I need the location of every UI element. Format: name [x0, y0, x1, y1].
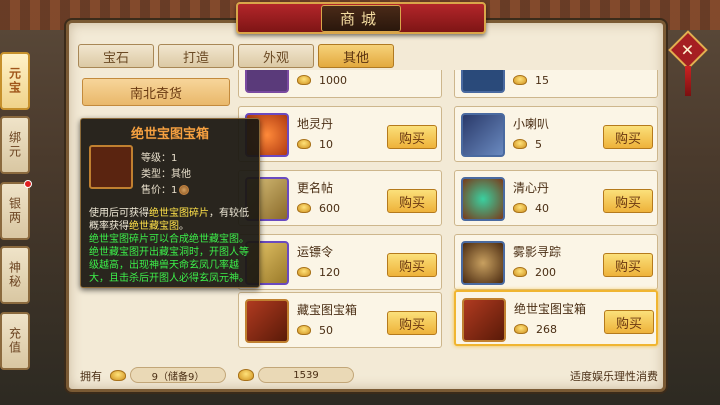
gold-amount: 9（储备9） [130, 367, 226, 383]
tab-gems[interactable]: 宝石 [78, 44, 154, 68]
buy-button[interactable]: 购买 [603, 125, 653, 149]
sidebar-item-mystery[interactable]: 神秘 [0, 246, 30, 304]
tooltip-title: 绝世宝图宝箱 [130, 127, 209, 142]
tassel-decoration [685, 66, 691, 96]
item-price: 50 [319, 324, 333, 337]
buy-button[interactable]: 购买 [387, 125, 437, 149]
horn-icon [461, 113, 505, 157]
buy-button[interactable]: 购买 [387, 311, 437, 335]
desc-highlight: 绝世藏宝图 [129, 221, 179, 232]
buy-button[interactable]: 购买 [603, 189, 653, 213]
gold-icon [513, 267, 527, 277]
item-icon [461, 70, 505, 93]
item-price: 1000 [319, 74, 347, 87]
desc-text: 。 [179, 221, 189, 232]
pill-icon [461, 177, 505, 221]
item-card[interactable]: 藏宝图宝箱 50 购买 [238, 292, 442, 348]
item-card[interactable]: 清心丹 40 购买 [454, 170, 658, 226]
item-name: 藏宝图宝箱 [297, 303, 358, 317]
item-price: 600 [319, 202, 340, 215]
buy-button[interactable]: 购买 [604, 310, 654, 334]
bound-gold-amount: 1539 [258, 367, 354, 383]
items-grid: 1000 15 地灵丹 10 购买 小喇叭 5 购买 更名帖 600 购买 清心… [238, 70, 660, 350]
page-title: 商城 [320, 4, 401, 32]
treasure-chest-icon [245, 299, 289, 343]
item-card[interactable]: 地灵丹 10 购买 [238, 106, 442, 162]
currency-bar: 拥有 9（储备9） 1539 适度娱乐理性消费 [66, 364, 666, 388]
sidebar-item-bound-yuanbao[interactable]: 绑元 [0, 116, 30, 174]
sidebar-item-label: 绑元 [7, 131, 22, 159]
treasure-chest-icon [462, 298, 506, 342]
tooltip-type: 类型：其他 [141, 169, 191, 180]
sidebar-item-label: 元宝 [7, 67, 22, 95]
item-price: 268 [536, 323, 557, 336]
item-price: 120 [319, 266, 340, 279]
item-card-partial: 15 [454, 70, 658, 98]
gold-icon [513, 75, 527, 85]
tooltip-price: 售价：1 [141, 181, 190, 196]
coin-icon [179, 185, 190, 195]
buy-button[interactable]: 购买 [603, 253, 653, 277]
gold-icon [513, 139, 527, 149]
buy-button[interactable]: 购买 [387, 189, 437, 213]
tab-appearance[interactable]: 外观 [238, 44, 314, 68]
item-name: 雾影寻踪 [513, 245, 562, 259]
item-name: 绝世宝图宝箱 [514, 302, 587, 316]
tooltip-level: 等级：1 [141, 153, 178, 164]
item-name: 清心丹 [513, 181, 550, 195]
item-name: 更名帖 [297, 181, 334, 195]
gold-icon [297, 325, 311, 335]
gold-icon [297, 203, 311, 213]
desc-green: 绝世宝图碎片可以合成绝世藏宝图。绝世藏宝图开出藏宝洞时，开图人等级越高，出现神兽… [89, 234, 249, 284]
sidebar-item-label: 充值 [7, 327, 22, 355]
treasure-chest-icon [89, 145, 133, 189]
item-card[interactable]: 更名帖 600 购买 [238, 170, 442, 226]
gold-icon [297, 267, 311, 277]
gold-icon [110, 370, 126, 381]
item-card[interactable]: 雾影寻踪 200 购买 [454, 234, 658, 290]
title-banner: 商城 [236, 2, 486, 34]
item-price: 10 [319, 138, 333, 151]
item-price: 5 [535, 138, 542, 151]
tab-forge[interactable]: 打造 [158, 44, 234, 68]
item-card[interactable]: 运镖令 120 购买 [238, 234, 442, 290]
gold-icon [514, 324, 528, 334]
item-name: 运镖令 [297, 245, 334, 259]
item-price: 200 [535, 266, 556, 279]
desc-highlight: 绝世宝图碎片 [149, 208, 209, 219]
owned-label: 拥有 [80, 370, 102, 383]
item-price: 40 [535, 202, 549, 215]
tab-other[interactable]: 其他 [318, 44, 394, 68]
sidebar-item-label: 神秘 [7, 261, 22, 289]
close-icon: ✕ [681, 40, 695, 60]
tooltip-description: 使用后可获得绝世宝图碎片，有较低概率获得绝世藏宝图。 绝世宝图碎片可以合成绝世藏… [89, 207, 257, 285]
item-name: 地灵丹 [297, 117, 334, 131]
health-notice: 适度娱乐理性消费 [570, 370, 658, 383]
compass-icon [461, 241, 505, 285]
sidebar-item-silver[interactable]: 银两 [0, 180, 32, 240]
gold-icon [513, 203, 527, 213]
desc-text: 使用后可获得 [89, 208, 149, 219]
item-card[interactable]: 小喇叭 5 购买 [454, 106, 658, 162]
buy-button[interactable]: 购买 [387, 253, 437, 277]
item-card-selected[interactable]: 绝世宝图宝箱 268 购买 [454, 290, 658, 346]
category-button[interactable]: 南北奇货 [82, 78, 230, 106]
item-name: 小喇叭 [513, 117, 550, 131]
notification-badge [24, 180, 32, 188]
sidebar-item-label: 银两 [7, 197, 22, 225]
item-card-partial: 1000 [238, 70, 442, 98]
item-tooltip: 绝世宝图宝箱 等级：1 类型：其他 售价：1 使用后可获得绝世宝图碎片，有较低概… [80, 118, 260, 288]
sidebar-item-yuanbao[interactable]: 元宝 [0, 52, 30, 110]
item-price: 15 [535, 74, 549, 87]
gold-icon [297, 75, 311, 85]
bound-gold-icon [238, 369, 254, 381]
item-icon [245, 70, 289, 93]
tooltip-price-text: 售价：1 [141, 185, 178, 196]
sidebar-item-recharge[interactable]: 充值 [0, 312, 30, 370]
gold-icon [297, 139, 311, 149]
